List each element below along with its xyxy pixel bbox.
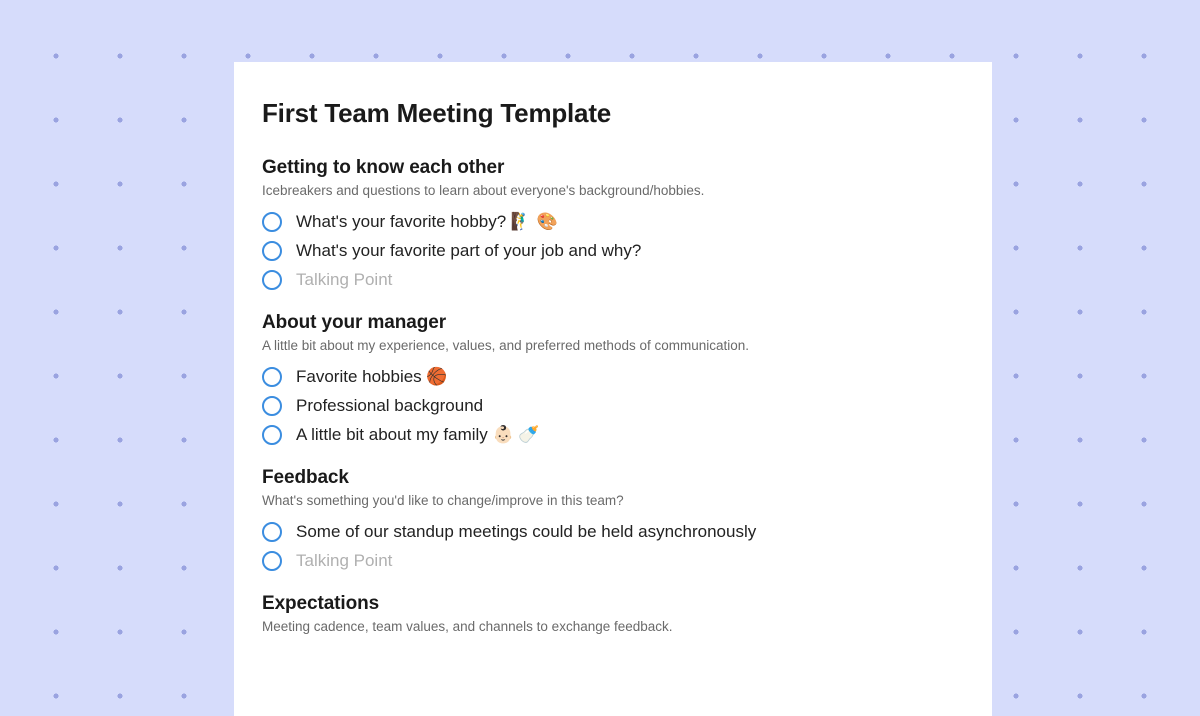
- section-heading: About your manager: [262, 312, 964, 334]
- radio-icon[interactable]: [262, 270, 282, 290]
- item-text: What's your favorite part of your job an…: [296, 241, 641, 261]
- item-text: What's your favorite hobby? 🧗‍♂️ 🎨: [296, 212, 558, 232]
- section-getting-to-know: Getting to know each other Icebreakers a…: [262, 157, 964, 290]
- item-placeholder[interactable]: Talking Point: [296, 551, 392, 571]
- list-item[interactable]: A little bit about my family 👶🏻 🍼: [262, 425, 964, 445]
- document-title: First Team Meeting Template: [262, 98, 964, 129]
- item-text: Professional background: [296, 396, 483, 416]
- item-placeholder[interactable]: Talking Point: [296, 270, 392, 290]
- item-text: Favorite hobbies 🏀: [296, 367, 448, 387]
- radio-icon[interactable]: [262, 367, 282, 387]
- section-heading: Feedback: [262, 467, 964, 489]
- item-text: Some of our standup meetings could be he…: [296, 522, 756, 542]
- radio-icon[interactable]: [262, 522, 282, 542]
- section-subtitle: What's something you'd like to change/im…: [262, 493, 964, 508]
- section-subtitle: Meeting cadence, team values, and channe…: [262, 619, 964, 634]
- section-about-manager: About your manager A little bit about my…: [262, 312, 964, 445]
- list-item[interactable]: Some of our standup meetings could be he…: [262, 522, 964, 542]
- radio-icon[interactable]: [262, 425, 282, 445]
- radio-icon[interactable]: [262, 396, 282, 416]
- radio-icon[interactable]: [262, 212, 282, 232]
- list-item[interactable]: Favorite hobbies 🏀: [262, 367, 964, 387]
- section-expectations: Expectations Meeting cadence, team value…: [262, 593, 964, 634]
- list-item[interactable]: What's your favorite part of your job an…: [262, 241, 964, 261]
- document-card: First Team Meeting Template Getting to k…: [234, 62, 992, 716]
- section-heading: Expectations: [262, 593, 964, 615]
- item-text: A little bit about my family 👶🏻 🍼: [296, 425, 540, 445]
- radio-icon[interactable]: [262, 551, 282, 571]
- list-item[interactable]: Talking Point: [262, 551, 964, 571]
- list-item[interactable]: What's your favorite hobby? 🧗‍♂️ 🎨: [262, 212, 964, 232]
- section-subtitle: Icebreakers and questions to learn about…: [262, 183, 964, 198]
- list-item[interactable]: Professional background: [262, 396, 964, 416]
- section-subtitle: A little bit about my experience, values…: [262, 338, 964, 353]
- section-feedback: Feedback What's something you'd like to …: [262, 467, 964, 571]
- radio-icon[interactable]: [262, 241, 282, 261]
- list-item[interactable]: Talking Point: [262, 270, 964, 290]
- section-heading: Getting to know each other: [262, 157, 964, 179]
